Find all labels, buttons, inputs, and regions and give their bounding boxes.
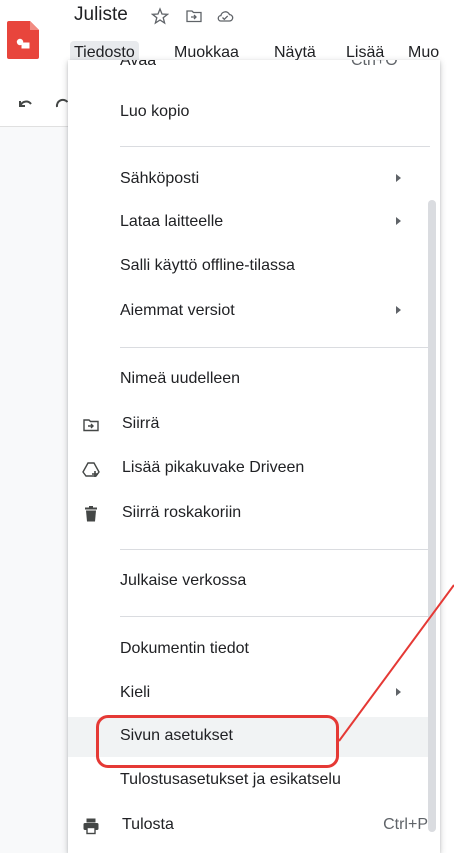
menu-item-details[interactable]: Dokumentin tiedot	[68, 630, 432, 670]
menu-scrollbar[interactable]	[428, 200, 436, 832]
menu-item-move[interactable]: Siirrä	[68, 405, 432, 445]
menu-item-label: Salli käyttö offline-tilassa	[120, 257, 295, 274]
menu-item-label: Tulostusasetukset ja esikatselu	[120, 771, 341, 788]
menu-item-print[interactable]: Tulosta Ctrl+P	[68, 806, 432, 846]
menu-item-label: Luo kopio	[120, 103, 190, 120]
submenu-arrow-icon	[396, 306, 401, 314]
partial-shortcut: Ctrl+O	[351, 60, 398, 69]
highlight-callout-box	[96, 715, 339, 768]
menu-separator	[120, 549, 430, 550]
menu-item-language[interactable]: Kieli	[68, 674, 432, 714]
menu-item-email[interactable]: Sähköposti	[68, 160, 432, 200]
menu-item-version-history[interactable]: Aiemmat versiot	[68, 292, 432, 332]
menu-separator	[120, 616, 430, 617]
menu-item-rename[interactable]: Nimeä uudelleen	[68, 360, 432, 400]
menu-item-label: Dokumentin tiedot	[120, 640, 249, 657]
toolbar	[0, 85, 70, 123]
menu-item-add-shortcut[interactable]: Lisää pikakuvake Driveen	[68, 449, 432, 489]
slide-panel	[0, 126, 68, 853]
menu-item-publish[interactable]: Julkaise verkossa	[68, 562, 432, 602]
star-icon[interactable]	[151, 7, 169, 25]
menu-separator	[120, 146, 430, 147]
menu-item-label: Lataa laitteelle	[120, 213, 224, 230]
menu-item-label: Kieli	[120, 684, 151, 701]
toolbar-divider	[0, 126, 68, 127]
menu-item-label: Aiemmat versiot	[120, 302, 235, 319]
print-icon	[83, 818, 99, 835]
menu-item-shortcut: Ctrl+P	[383, 816, 428, 833]
menu-item-label: Siirrä roskakoriin	[122, 504, 242, 521]
submenu-arrow-icon	[396, 217, 401, 225]
menu-item-label: Nimeä uudelleen	[120, 370, 241, 387]
move-to-folder-icon	[83, 419, 99, 432]
add-shortcut-icon	[82, 462, 100, 477]
menu-item-trash[interactable]: Siirrä roskakoriin	[68, 494, 432, 534]
menu-item-label: Tulosta	[122, 816, 174, 833]
document-title[interactable]: Juliste	[74, 4, 128, 26]
menu-item-download[interactable]: Lataa laitteelle	[68, 203, 432, 243]
menu-item-label: Sähköposti	[120, 170, 200, 187]
menu-item-label: Julkaise verkossa	[120, 572, 247, 589]
undo-icon[interactable]	[16, 95, 34, 113]
partial-menu-item-open[interactable]: Avaa	[120, 60, 156, 70]
menu-item-make-copy[interactable]: Luo kopio	[68, 93, 432, 133]
submenu-arrow-icon	[396, 688, 401, 696]
menu-item-label: Siirrä	[122, 415, 160, 432]
menu-item-offline[interactable]: Salli käyttö offline-tilassa	[68, 247, 432, 287]
menu-item-label: Lisää pikakuvake Driveen	[122, 459, 305, 476]
submenu-arrow-icon	[396, 174, 401, 182]
menu-separator	[120, 347, 430, 348]
move-to-folder-icon[interactable]	[185, 7, 203, 25]
trash-icon	[85, 506, 97, 522]
cloud-status-icon[interactable]	[216, 7, 234, 25]
